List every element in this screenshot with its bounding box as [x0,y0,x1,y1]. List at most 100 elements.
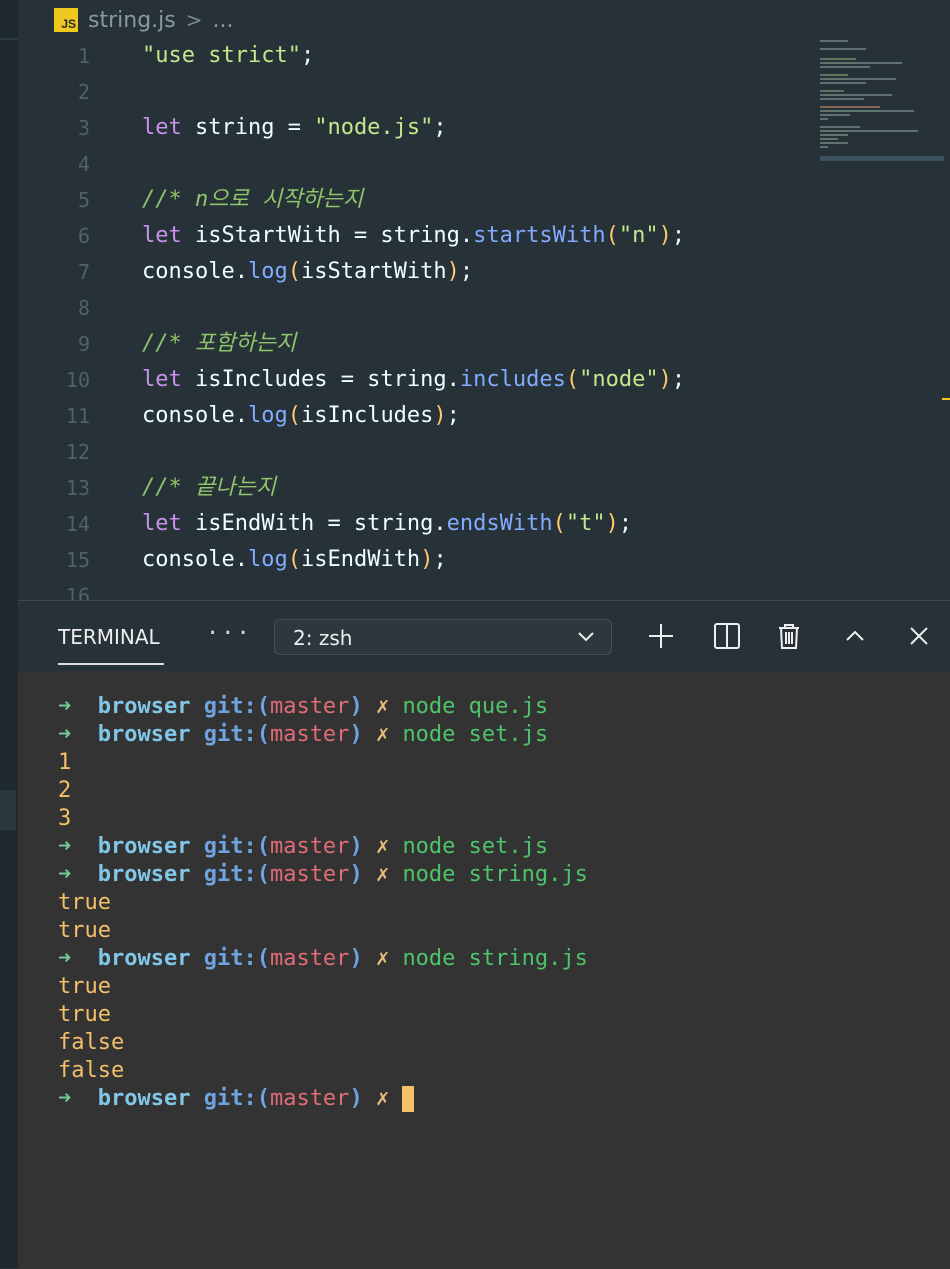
code-line[interactable]: console.log(isStartWith); [142,254,473,290]
token-string: "node" [579,367,659,392]
token-punct: ; [446,403,460,428]
prompt-branch: master [269,694,350,719]
token-text: console. [142,259,248,284]
prompt-dir: browser [97,862,191,887]
breadcrumb-file[interactable]: string.js [88,8,176,33]
command-text: node string.js [402,862,588,887]
prompt-line[interactable]: ➜ browser git:(master) ✗ [58,1085,415,1113]
prompt-paren: ( [256,946,270,971]
split-terminal-button[interactable] [712,621,742,651]
code-editor[interactable]: JS string.js > ... 1 2 3 4 5 6 7 8 9 10 … [18,0,950,600]
prompt-dirty-mark: ✗ [375,1086,390,1111]
token-paren: ) [658,367,672,392]
terminal-select-value: 2: zsh [293,626,353,650]
activity-active-marker [0,790,16,830]
prompt-line: ➜ browser git:(master) ✗ node string.js [58,861,588,889]
close-icon [910,627,928,645]
output-line: 2 [58,778,72,803]
prompt-line: ➜ browser git:(master) ✗ node que.js [58,693,548,721]
prompt-git: git: [203,1086,257,1111]
javascript-file-icon: JS [54,8,78,32]
token-paren: ( [605,223,619,248]
code-comment[interactable]: //* n으로 시작하는지 [142,182,363,218]
output-line: true [58,1002,111,1027]
token-text: console. [142,547,248,572]
line-number: 5 [77,188,90,212]
code-line[interactable]: console.log(isEndWith); [142,542,447,578]
prompt-git: git: [203,834,257,859]
prompt-paren: ( [256,722,270,747]
token-keyword: let [142,223,182,248]
token-paren: ) [420,547,434,572]
prompt-arrow: ➜ [58,694,72,719]
token-paren: ( [552,511,566,536]
kill-terminal-button[interactable] [774,621,804,651]
line-number: 15 [65,548,90,572]
output-line: 3 [58,806,72,831]
line-number: 14 [65,512,90,536]
command-text: node string.js [402,946,588,971]
breadcrumb: JS string.js > ... [54,6,233,34]
tab-terminal[interactable]: TERMINAL [58,625,160,649]
prompt-dirty-mark: ✗ [375,722,390,747]
prompt-paren: ( [256,834,270,859]
terminal-select[interactable]: 2: zsh [274,619,612,655]
plus-icon [649,624,673,648]
prompt-branch: master [269,946,350,971]
prompt-branch: master [269,834,350,859]
prompt-paren: ) [349,722,363,747]
token-function: log [247,547,288,572]
chevron-right-icon: > [185,8,203,32]
token-keyword: let [142,115,182,140]
prompt-paren: ( [256,862,270,887]
line-number: 2 [77,80,90,104]
command-text: node set.js [402,834,549,859]
prompt-branch: master [269,862,350,887]
token-paren: ( [287,547,301,572]
prompt-arrow: ➜ [58,722,72,747]
panel-header: TERMINAL ··· 2: zsh [18,601,950,671]
token-text: isStartWith = string. [181,223,474,248]
prompt-git: git: [203,946,257,971]
token-string: "node.js" [314,115,434,140]
code-line[interactable]: let isEndWith = string.endsWith("t"); [142,506,632,542]
token-function: log [247,259,288,284]
chevron-down-icon [578,632,594,642]
token-function: log [247,403,288,428]
prompt-git: git: [203,722,257,747]
output-line: 1 [58,750,72,775]
command-text: node set.js [402,722,549,747]
code-comment[interactable]: //* 끝나는지 [142,470,276,506]
token-function: includes [459,367,566,392]
token-paren: ( [565,367,580,392]
prompt-dirty-mark: ✗ [375,834,390,859]
code-line[interactable]: let string = "node.js"; [142,110,447,146]
output-line: false [58,1058,125,1083]
new-terminal-button[interactable] [646,621,676,651]
token-text: isEndWith = string. [181,511,447,536]
close-panel-button[interactable] [904,621,934,651]
line-number: 13 [65,476,90,500]
code-comment[interactable]: //* 포함하는지 [142,326,296,362]
breadcrumb-symbol[interactable]: ... [213,8,234,33]
token-string: "t" [565,511,606,536]
scrollbar-marker [942,398,950,400]
prompt-line: ➜ browser git:(master) ✗ node string.js [58,945,588,973]
line-number: 8 [77,296,90,320]
activity-bar [0,0,19,1268]
prompt-dirty-mark: ✗ [375,694,390,719]
maximize-panel-button[interactable] [840,621,870,651]
prompt-git: git: [203,694,257,719]
code-line[interactable]: let isIncludes = string.includes("node")… [142,362,685,398]
prompt-paren: ) [349,946,363,971]
minimap[interactable] [820,36,944,166]
more-icon[interactable]: ··· [206,621,252,646]
tab-active-indicator [58,663,164,665]
code-line[interactable]: console.log(isIncludes); [142,398,460,434]
terminal-output[interactable]: ➜ browser git:(master) ✗ node que.js ➜ b… [18,671,950,1269]
line-number: 3 [77,116,90,140]
code-line[interactable]: let isStartWith = string.startsWith("n")… [142,218,685,254]
code-line[interactable]: "use strict"; [142,38,314,74]
prompt-dir: browser [97,1086,191,1111]
prompt-paren: ) [349,1086,363,1111]
